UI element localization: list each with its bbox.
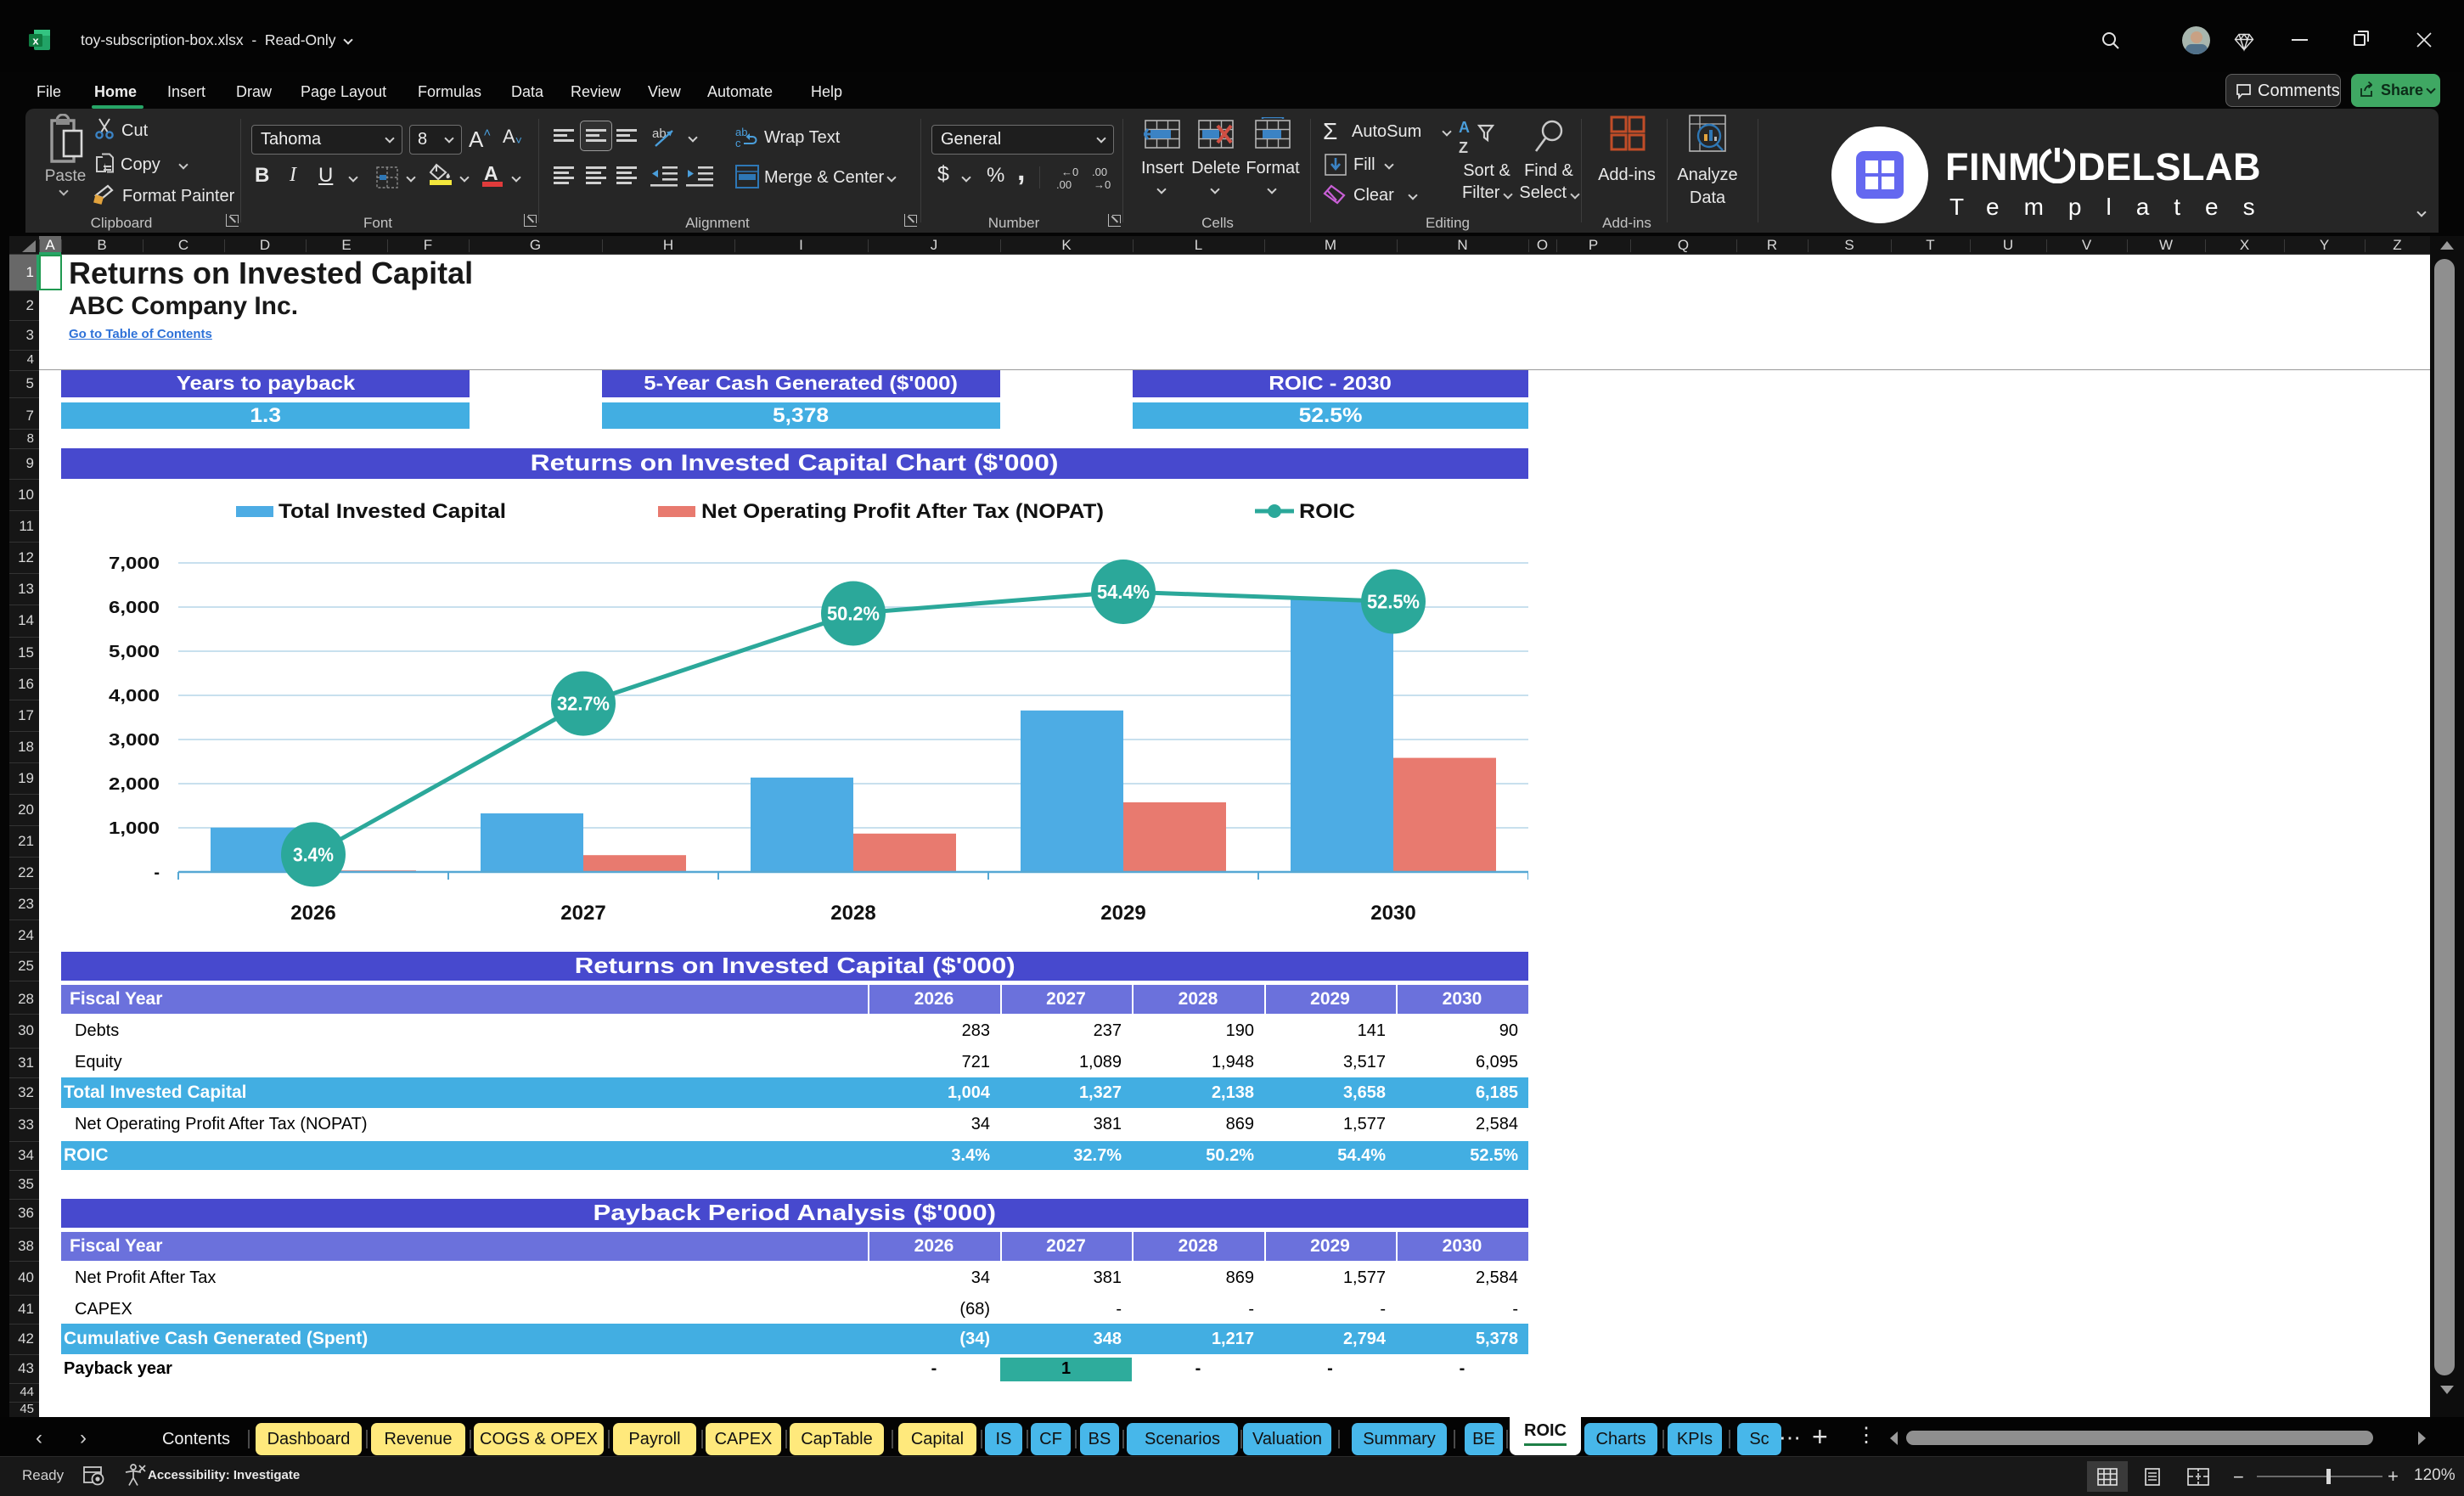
svg-text:1,000: 1,000	[109, 819, 160, 838]
svg-text:54.4%: 54.4%	[1097, 581, 1150, 603]
svg-text:Z: Z	[1459, 139, 1468, 156]
svg-text:ROIC: ROIC	[1299, 500, 1355, 523]
svg-text:2026: 2026	[290, 902, 335, 925]
svg-text:Total Invested Capital: Total Invested Capital	[278, 500, 506, 523]
svg-text:→0: →0	[1094, 178, 1111, 190]
svg-text:2030: 2030	[1370, 902, 1415, 925]
svg-text:7,000: 7,000	[109, 554, 160, 573]
svg-text:2029: 2029	[1100, 902, 1145, 925]
svg-text:←0: ←0	[1061, 166, 1078, 178]
svg-text:.00: .00	[1056, 178, 1072, 190]
svg-text:2028: 2028	[830, 902, 875, 925]
svg-text:Net Operating Profit After Tax: Net Operating Profit After Tax (NOPAT)	[701, 500, 1104, 523]
svg-text:A: A	[1459, 119, 1470, 136]
svg-text:32.7%: 32.7%	[557, 693, 610, 715]
svg-text:3,000: 3,000	[109, 731, 160, 750]
svg-text:4,000: 4,000	[109, 687, 160, 706]
svg-text:50.2%: 50.2%	[827, 603, 880, 625]
svg-text:2,000: 2,000	[109, 775, 160, 794]
svg-text:5,000: 5,000	[109, 643, 160, 661]
svg-text:c: c	[735, 137, 741, 149]
svg-text:6,000: 6,000	[109, 599, 160, 617]
svg-text:3.4%: 3.4%	[293, 843, 334, 865]
svg-text:2027: 2027	[560, 902, 605, 925]
svg-text:52.5%: 52.5%	[1367, 591, 1420, 613]
svg-text:.00: .00	[1092, 166, 1107, 178]
svg-text:-: -	[154, 863, 160, 882]
svg-text:x: x	[32, 35, 39, 48]
